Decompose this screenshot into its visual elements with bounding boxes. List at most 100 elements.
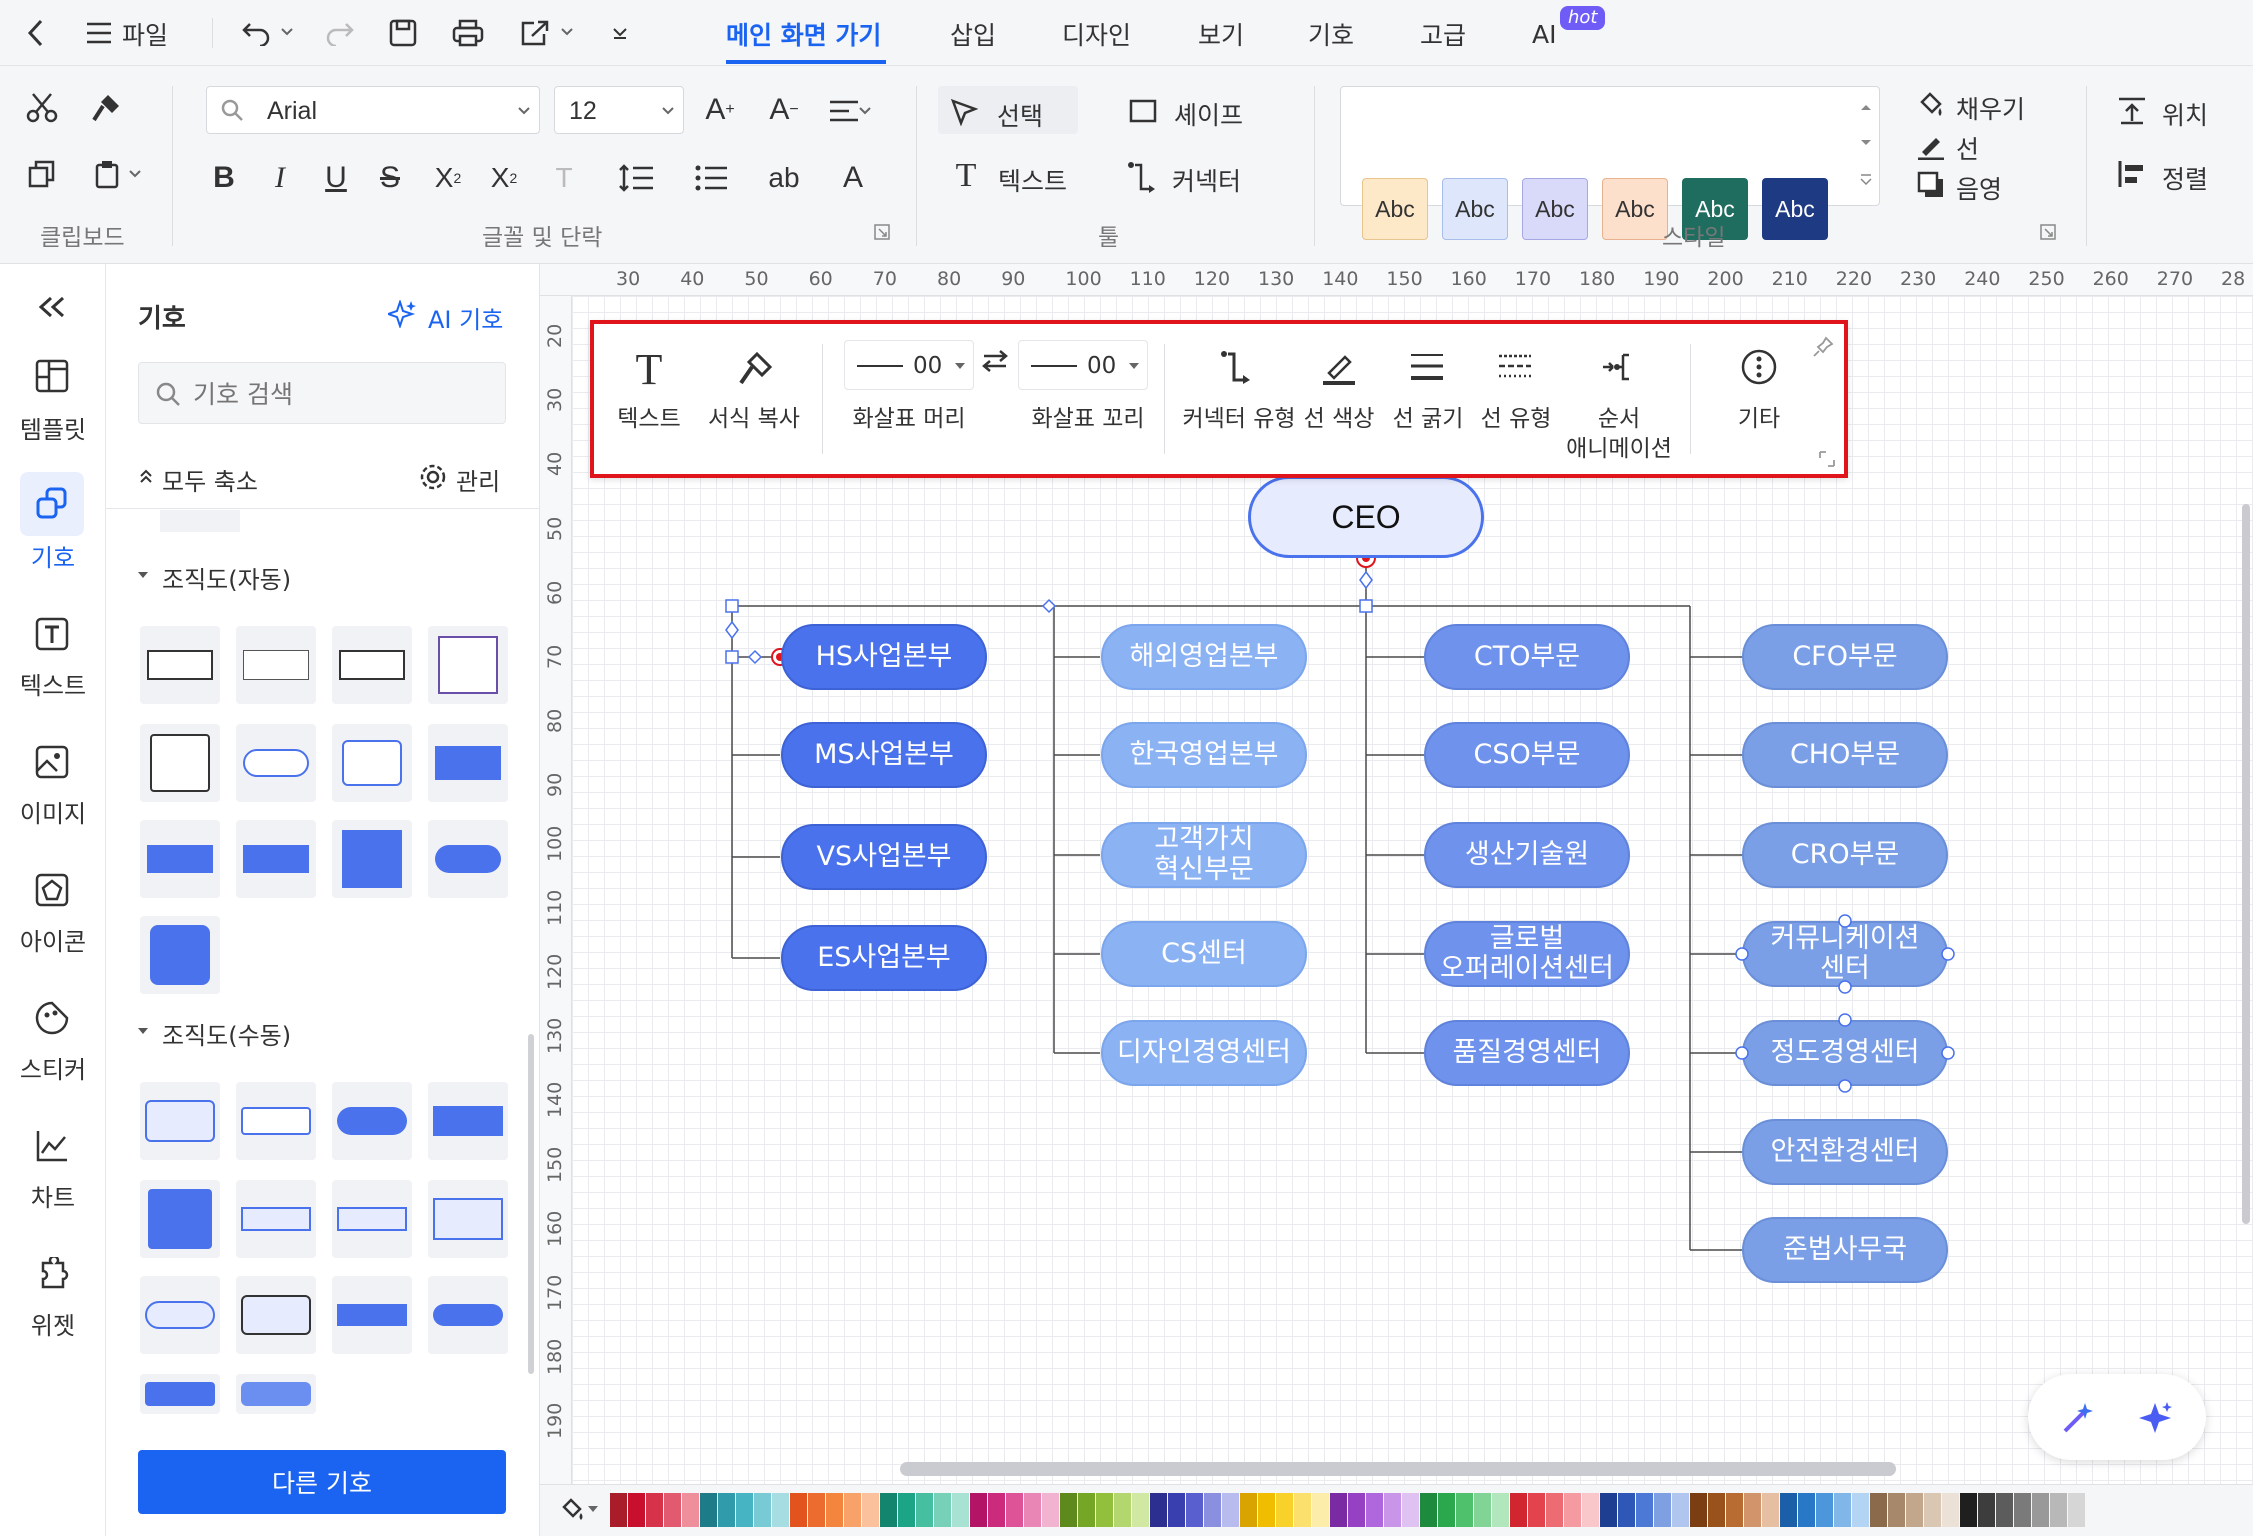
color-swatch[interactable]	[1744, 1493, 1761, 1527]
color-swatch[interactable]	[1024, 1493, 1041, 1527]
color-swatch[interactable]	[1060, 1493, 1077, 1527]
pin-icon[interactable]	[1810, 334, 1836, 360]
symbol-thumb[interactable]	[332, 724, 412, 802]
symbol-thumb[interactable]	[428, 1180, 508, 1258]
font-grow-icon[interactable]: A +	[700, 90, 740, 130]
symbol-thumb[interactable]	[236, 820, 316, 898]
format-copy-label[interactable]: 서식 복사	[694, 404, 814, 434]
canvas-hscrollbar[interactable]	[900, 1462, 1896, 1476]
gallery-down-icon[interactable]	[1856, 134, 1876, 152]
color-swatch[interactable]	[1618, 1493, 1635, 1527]
symbol-thumb[interactable]	[236, 1374, 316, 1414]
color-swatch[interactable]	[1528, 1493, 1545, 1527]
color-swatch[interactable]	[1564, 1493, 1581, 1527]
color-swatch[interactable]	[898, 1493, 915, 1527]
symbol-thumb[interactable]	[236, 626, 316, 704]
text-tool-label[interactable]: 텍스트	[998, 162, 1067, 198]
nav-icon[interactable]: 아이콘	[0, 922, 106, 957]
color-swatch[interactable]	[1420, 1493, 1437, 1527]
more-options-icon[interactable]	[1736, 344, 1782, 390]
align-icon[interactable]	[2114, 156, 2150, 192]
redo-icon[interactable]	[322, 16, 356, 50]
color-swatch[interactable]	[1006, 1493, 1023, 1527]
symbol-thumb[interactable]	[140, 1180, 220, 1258]
expand-group-icon[interactable]	[872, 222, 892, 242]
format-painter-icon[interactable]	[86, 88, 126, 128]
color-swatch[interactable]	[1078, 1493, 1095, 1527]
tab-ai[interactable]: AI	[1532, 20, 1556, 49]
color-swatch[interactable]	[862, 1493, 879, 1527]
line-spacing-icon[interactable]	[608, 160, 664, 196]
color-swatch[interactable]	[1312, 1493, 1329, 1527]
color-swatch[interactable]	[1348, 1493, 1365, 1527]
chevron-down-icon[interactable]	[128, 168, 142, 180]
font-size-select[interactable]: 12	[554, 86, 684, 134]
file-menu[interactable]: 파일	[122, 16, 168, 52]
color-swatch[interactable]	[1330, 1493, 1347, 1527]
color-swatch[interactable]	[1384, 1493, 1401, 1527]
panel-scrollbar[interactable]	[528, 1034, 534, 1374]
expand-group-icon[interactable]	[2038, 222, 2058, 242]
line-color-label[interactable]: 선 색상	[1294, 404, 1384, 434]
symbol-thumb[interactable]	[236, 1180, 316, 1258]
color-swatch[interactable]	[844, 1493, 861, 1527]
shadow-label[interactable]: 음영	[1956, 170, 2002, 206]
color-swatch[interactable]	[700, 1493, 717, 1527]
fill-label[interactable]: 채우기	[1956, 90, 2025, 126]
bullet-list-icon[interactable]	[684, 160, 740, 196]
color-swatch[interactable]	[1456, 1493, 1473, 1527]
section-org-manual[interactable]: 조직도(수동)	[162, 1016, 291, 1051]
line-style-label[interactable]: 선 유형	[1468, 404, 1564, 434]
text-icon[interactable]: T	[624, 344, 674, 394]
shape-tool-label[interactable]: 셰이프	[1174, 96, 1243, 132]
color-swatch[interactable]	[970, 1493, 987, 1527]
nav-template[interactable]: 템플릿	[0, 410, 106, 445]
ai-sparkle-icon[interactable]	[2136, 1398, 2176, 1438]
line-width-label[interactable]: 선 굵기	[1380, 404, 1476, 434]
symbol-thumb[interactable]	[332, 626, 412, 704]
underline-icon[interactable]: U	[318, 158, 354, 198]
style-sample-2[interactable]: Abc	[1442, 178, 1508, 240]
symbol-thumb[interactable]	[140, 724, 220, 802]
more-down-icon[interactable]	[608, 22, 632, 46]
text-box-icon[interactable]	[30, 614, 74, 654]
position-icon[interactable]	[2114, 92, 2150, 128]
color-swatch[interactable]	[1546, 1493, 1563, 1527]
style-sample-4[interactable]: Abc	[1602, 178, 1668, 240]
color-swatch[interactable]	[1150, 1493, 1167, 1527]
animation-label[interactable]: 순서 애니메이션	[1554, 404, 1684, 464]
image-icon[interactable]	[30, 742, 74, 782]
nav-widget[interactable]: 위젯	[0, 1306, 106, 1341]
symbol-thumb[interactable]	[140, 820, 220, 898]
color-swatch[interactable]	[1780, 1493, 1797, 1527]
color-swatch[interactable]	[1870, 1493, 1887, 1527]
resize-corner-icon[interactable]	[1816, 448, 1838, 470]
line-color-icon[interactable]	[1316, 344, 1362, 390]
color-swatch[interactable]	[682, 1493, 699, 1527]
color-swatch[interactable]	[1492, 1493, 1509, 1527]
section-org-auto[interactable]: 조직도(자동)	[162, 560, 291, 595]
rectangle-icon[interactable]	[1126, 94, 1160, 128]
animation-order-icon[interactable]	[1596, 344, 1642, 390]
gallery-up-icon[interactable]	[1856, 98, 1876, 116]
align-label[interactable]: 정렬	[2162, 160, 2208, 196]
symbol-thumb[interactable]	[332, 1180, 412, 1258]
color-swatch[interactable]	[1816, 1493, 1833, 1527]
font-color-icon[interactable]: A	[828, 158, 878, 198]
color-swatch[interactable]	[1672, 1493, 1689, 1527]
color-swatch[interactable]	[1978, 1493, 1995, 1527]
symbol-search-input[interactable]	[138, 362, 506, 424]
color-swatch[interactable]	[1582, 1493, 1599, 1527]
symbol-thumb[interactable]	[140, 626, 220, 704]
color-swatch[interactable]	[880, 1493, 897, 1527]
color-swatch[interactable]	[1852, 1493, 1869, 1527]
connector-icon[interactable]	[1124, 158, 1162, 196]
style-sample-1[interactable]: Abc	[1362, 178, 1428, 240]
symbol-thumb[interactable]	[332, 1082, 412, 1160]
tab-insert[interactable]: 삽입	[950, 16, 996, 52]
tab-view[interactable]: 보기	[1198, 16, 1244, 52]
cut-icon[interactable]	[22, 88, 62, 128]
ai-symbol-button[interactable]: AI 기호	[428, 300, 503, 335]
symbol-thumb[interactable]	[140, 916, 220, 994]
tab-symbol[interactable]: 기호	[1308, 16, 1354, 52]
